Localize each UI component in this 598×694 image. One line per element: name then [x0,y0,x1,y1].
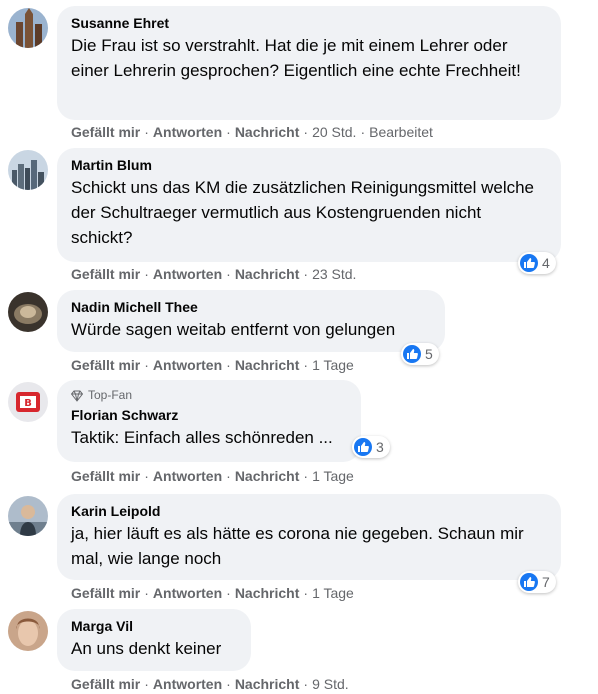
avatar[interactable]: B [8,382,48,422]
reply-link[interactable]: Antworten [153,357,222,373]
separator: · [303,266,309,282]
comment-bubble: Martin Blum Schickt uns das KM die zusät… [57,148,561,262]
message-link[interactable]: Nachricht [235,468,300,484]
top-fan-badge: Top-Fan [71,388,347,403]
like-link[interactable]: Gefällt mir [71,266,140,282]
comment-text: An uns denkt keiner [71,639,222,658]
separator: · [226,266,231,282]
reaction-count[interactable]: 4 [518,252,556,274]
timestamp[interactable]: 9 Std. [312,676,349,692]
comment-author[interactable]: Karin Leipold [71,502,547,520]
timestamp[interactable]: 1 Tage [312,585,354,601]
separator: · [144,676,149,692]
comment-actions: Gefällt mir · Antworten · Nachricht · 1 Tage [71,584,354,602]
comment-actions: Gefällt mir · Antworten · Nachricht · 23 Std. [71,265,356,283]
reaction-count[interactable]: 3 [352,436,390,458]
diamond-icon [71,390,83,402]
like-link[interactable]: Gefällt mir [71,124,140,140]
comment-actions: Gefällt mir · Antworten · Nachricht · 20 Std. ·… [71,123,433,141]
like-link[interactable]: Gefällt mir [71,357,140,373]
separator: · [226,585,231,601]
reaction-number: 5 [425,346,433,362]
separator: · [303,676,309,692]
timestamp[interactable]: 20 Std. [312,124,356,140]
avatar[interactable] [8,8,48,48]
message-link[interactable]: Nachricht [235,585,300,601]
separator: · [144,357,149,373]
comment-text: Würde sagen weitab entfernt von gelungen [71,320,396,339]
reply-link[interactable]: Antworten [153,676,222,692]
avatar[interactable] [8,611,48,651]
like-link[interactable]: Gefällt mir [71,585,140,601]
comment-author[interactable]: Martin Blum [71,156,547,174]
reply-link[interactable]: Antworten [153,124,222,140]
separator: · [303,357,309,373]
reaction-number: 4 [542,255,550,271]
reply-link[interactable]: Antworten [153,266,222,282]
timestamp[interactable]: 23 Std. [312,266,356,282]
reaction-count[interactable]: 7 [518,571,556,593]
separator: · [360,124,366,140]
comment-bubble: Susanne Ehret Die Frau ist so verstrahlt… [57,6,561,120]
timestamp[interactable]: 1 Tage [312,357,354,373]
separator: · [226,124,231,140]
comment-actions: Gefällt mir · Antworten · Nachricht · 1 Tage [71,467,354,485]
separator: · [144,468,149,484]
like-reaction-icon [520,573,538,591]
comment-bubble: Top-Fan Florian Schwarz Taktik: Einfach … [57,380,361,462]
like-link[interactable]: Gefällt mir [71,468,140,484]
comment-bubble: Nadin Michell Thee Würde sagen weitab en… [57,290,445,352]
comment-actions: Gefällt mir · Antworten · Nachricht · 1 Tage [71,356,354,374]
separator: · [144,266,149,282]
edited-label: Bearbeitet [369,124,433,140]
message-link[interactable]: Nachricht [235,676,300,692]
comment-actions: Gefällt mir · Antworten · Nachricht · 9 Std. [71,675,349,693]
reaction-number: 3 [376,439,384,455]
comment-text: Schickt uns das KM die zusätzlichen Rein… [71,178,535,247]
comment-bubble: Marga Vil An uns denkt keiner [57,609,251,671]
comment-author[interactable]: Marga Vil [71,617,237,635]
like-reaction-icon [520,254,538,272]
avatar[interactable] [8,496,48,536]
badge-label: Top-Fan [88,388,133,402]
reply-link[interactable]: Antworten [153,585,222,601]
message-link[interactable]: Nachricht [235,124,300,140]
comment-text: Die Frau ist so verstrahlt. Hat die je m… [71,36,521,80]
separator: · [303,468,309,484]
comment-bubble: Karin Leipold ja, hier läuft es als hätt… [57,494,561,580]
like-reaction-icon [403,345,421,363]
separator: · [303,124,309,140]
comment-text: ja, hier läuft es als hätte es corona ni… [71,524,524,568]
avatar[interactable] [8,150,48,190]
separator: · [303,585,309,601]
like-reaction-icon [354,438,372,456]
avatar[interactable] [8,292,48,332]
message-link[interactable]: Nachricht [235,357,300,373]
svg-text:B: B [24,398,32,409]
separator: · [226,676,231,692]
separator: · [144,124,149,140]
comment-author[interactable]: Nadin Michell Thee [71,298,431,316]
separator: · [144,585,149,601]
comment-author[interactable]: Susanne Ehret [71,14,547,32]
reaction-number: 7 [542,574,550,590]
comment-text: Taktik: Einfach alles schönreden ... [71,428,333,447]
comment-author[interactable]: Florian Schwarz [71,406,347,424]
reaction-count[interactable]: 5 [401,343,439,365]
timestamp[interactable]: 1 Tage [312,468,354,484]
reply-link[interactable]: Antworten [153,468,222,484]
like-link[interactable]: Gefällt mir [71,676,140,692]
message-link[interactable]: Nachricht [235,266,300,282]
separator: · [226,357,231,373]
separator: · [226,468,231,484]
